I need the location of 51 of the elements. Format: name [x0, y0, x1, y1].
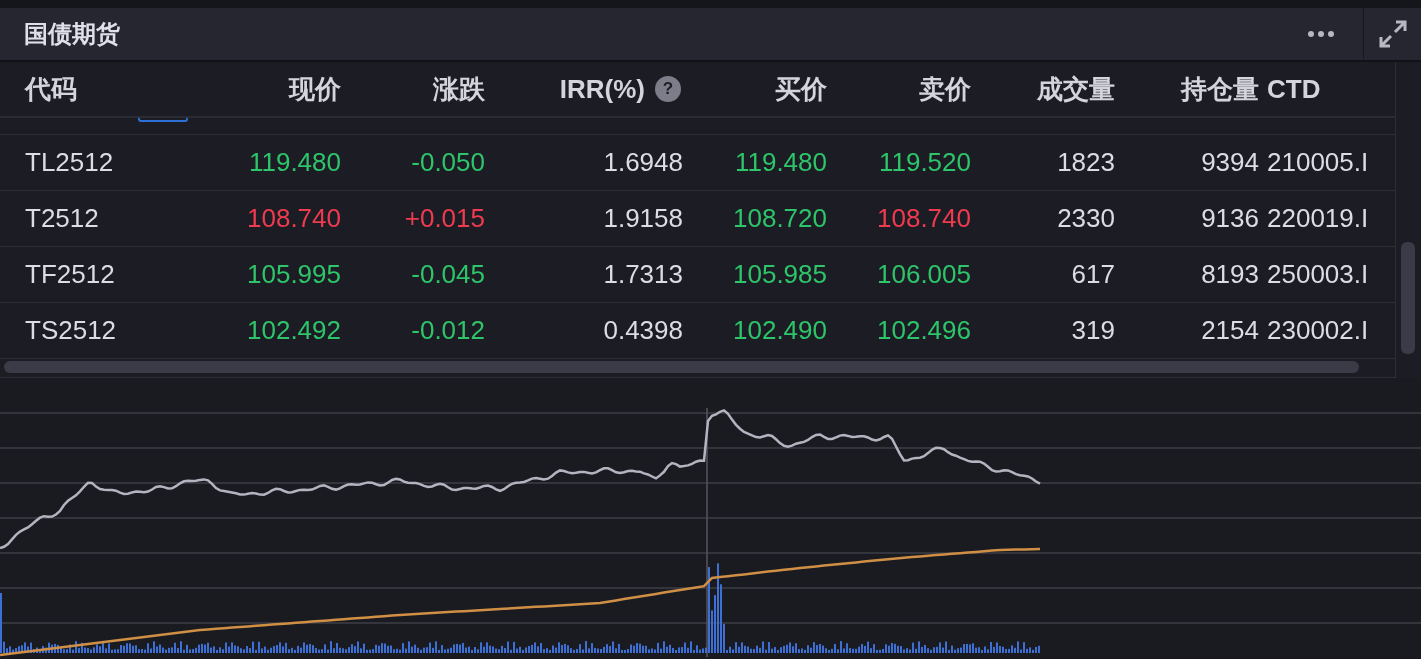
table-cell: 102.490: [733, 315, 827, 346]
help-icon[interactable]: ?: [655, 76, 681, 102]
table-cell: 108.720: [733, 203, 827, 234]
table-cell: 8193: [1201, 259, 1259, 290]
table-cell: 0.4398: [603, 315, 683, 346]
table-cell: 1823: [1057, 147, 1115, 178]
table-cell: 119.480: [248, 147, 341, 178]
table-cell: TF2512: [25, 259, 115, 290]
column-header[interactable]: CTD: [1267, 73, 1321, 105]
table-cell: 250003.I: [1267, 259, 1369, 290]
column-resize-handle[interactable]: [138, 118, 188, 122]
panel-title: 国债期货: [23, 19, 121, 49]
table-cell: T2512: [25, 203, 99, 234]
column-header[interactable]: 卖价: [919, 71, 971, 107]
table-cell: 220019.I: [1267, 203, 1369, 234]
table-cell: -0.012: [411, 315, 485, 346]
table-cell: 106.005: [877, 259, 971, 290]
table-cell: 2154: [1201, 315, 1259, 346]
column-header[interactable]: 涨跌: [433, 71, 485, 107]
table-cell: TS2512: [25, 315, 117, 346]
table-cell: 105.995: [247, 259, 341, 290]
table-cell: 119.480: [734, 147, 827, 178]
table-cell: -0.045: [411, 259, 485, 290]
column-header[interactable]: 成交量: [1037, 71, 1115, 107]
table-cell: -0.050: [411, 147, 485, 178]
table-cell: 108.740: [247, 203, 341, 234]
table-cell: 119.520: [878, 147, 971, 178]
more-icon[interactable]: [1307, 30, 1335, 38]
table-cell: 102.492: [247, 315, 341, 346]
column-header[interactable]: 买价: [775, 71, 827, 107]
table-cell: 319: [1071, 315, 1115, 346]
table-cell: 9394: [1201, 147, 1259, 178]
horizontal-scrollbar[interactable]: [0, 358, 1395, 378]
table-cell: 210005.I: [1267, 147, 1369, 178]
table-cell: 105.985: [733, 259, 827, 290]
column-header[interactable]: 现价: [289, 71, 341, 107]
column-header[interactable]: 代码: [25, 71, 77, 107]
table-cell: 1.7313: [603, 259, 683, 290]
table-cell: 230002.I: [1267, 315, 1369, 346]
column-header[interactable]: 持仓量: [1181, 71, 1259, 107]
table-cell: 108.740: [877, 203, 971, 234]
table-cell: 617: [1071, 259, 1115, 290]
table-cell: 1.9158: [603, 203, 683, 234]
table-cell: 2330: [1057, 203, 1115, 234]
table-cell: TL2512: [25, 147, 114, 178]
table-cell: 9136: [1201, 203, 1259, 234]
table-cell: 102.496: [877, 315, 971, 346]
table-cell: +0.015: [404, 203, 485, 234]
table-cell: 1.6948: [603, 147, 683, 178]
column-header[interactable]: IRR(%): [559, 73, 645, 105]
expand-icon[interactable]: [1377, 19, 1408, 49]
